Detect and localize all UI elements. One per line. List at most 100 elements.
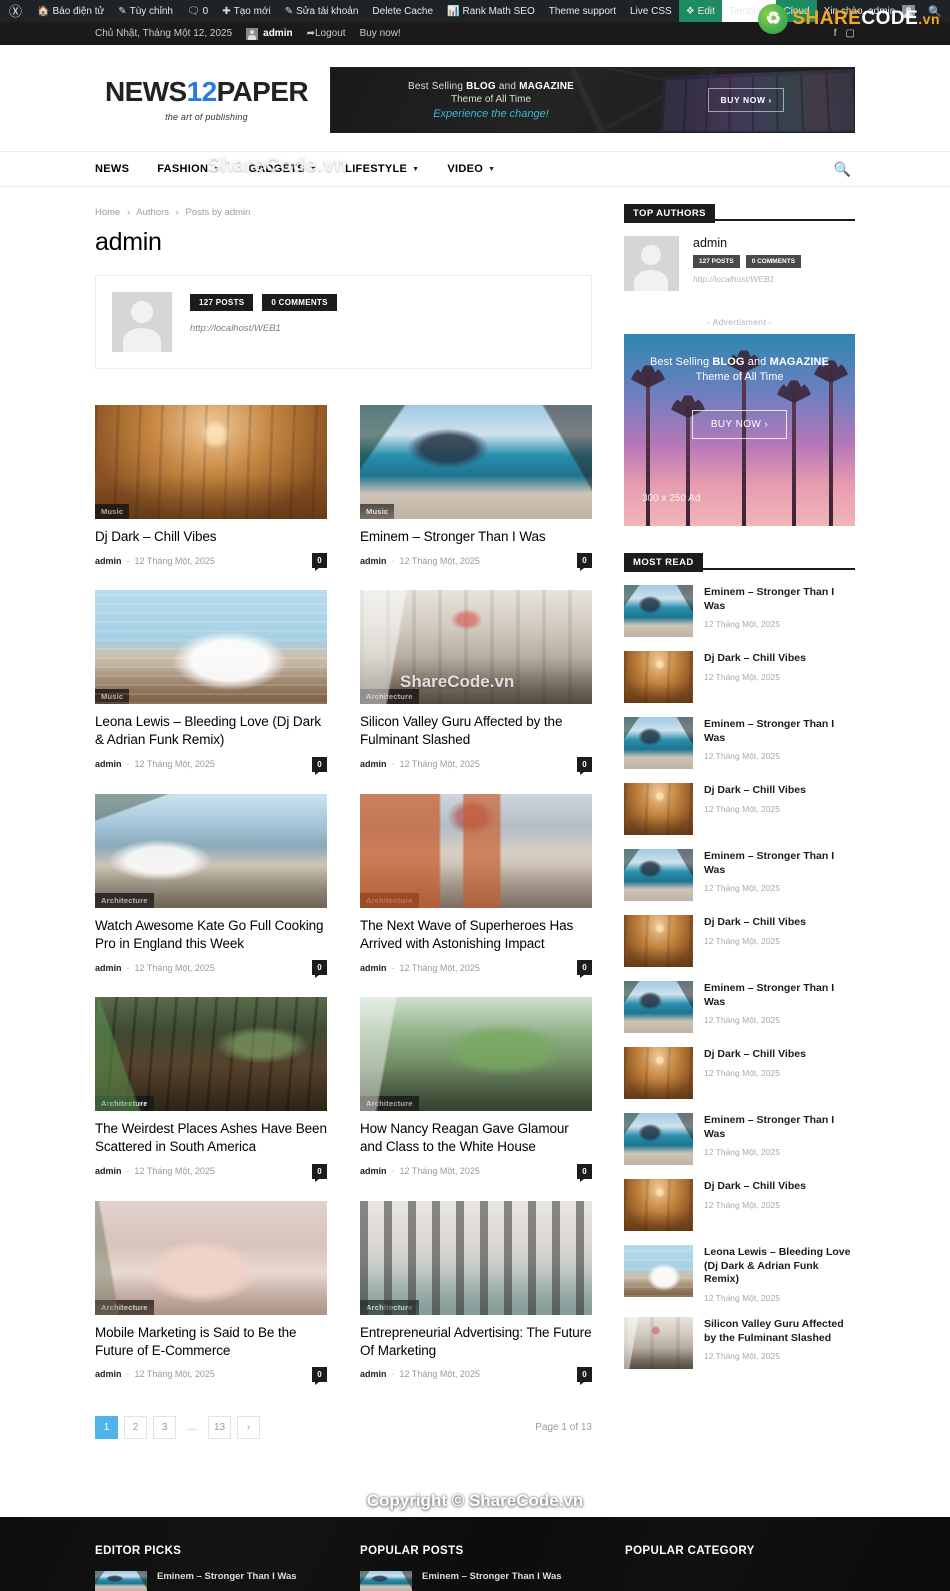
article-thumbnail[interactable]: Architecture [95, 793, 327, 908]
category-tag[interactable]: Architecture [360, 1299, 419, 1315]
nav-item-lifestyle[interactable]: LIFESTYLE ▼ [331, 152, 433, 186]
thumbnail-image[interactable] [624, 915, 693, 967]
footer-list-item[interactable]: Eminem – Stronger Than I Was [95, 1570, 360, 1591]
most-read-title[interactable]: Eminem – Stronger Than I Was [704, 718, 855, 745]
sidebar-ad-banner[interactable]: Best Selling BLOG and MAGAZINE Theme of … [624, 334, 855, 526]
comment-count-badge[interactable]: 0 [312, 756, 327, 775]
article-thumbnail[interactable]: Architecture [95, 1200, 327, 1315]
article-card[interactable]: Architecture Entrepreneurial Advertising:… [360, 1200, 592, 1385]
most-read-title[interactable]: Eminem – Stronger Than I Was [704, 1114, 855, 1141]
article-author[interactable]: admin [360, 1166, 387, 1176]
thumbnail-image[interactable] [624, 1113, 693, 1165]
adminbar-item-new[interactable]: ✚ Tạo mới [215, 0, 278, 22]
article-thumbnail[interactable]: Architecture [360, 590, 592, 705]
next-page-button[interactable]: › [237, 1415, 260, 1439]
article-title[interactable]: Dj Dark – Chill Vibes [95, 528, 327, 546]
most-read-title[interactable]: Eminem – Stronger Than I Was [704, 586, 855, 613]
article-title[interactable]: The Next Wave of Superheroes Has Arrived… [360, 917, 592, 953]
article-thumbnail[interactable]: Music [95, 590, 327, 705]
adminbar-item-cloud[interactable]: Cloud [776, 0, 817, 22]
most-read-item[interactable]: Eminem – Stronger Than I Was 12 Tháng Một… [624, 585, 855, 637]
page-button-3[interactable]: 3 [153, 1415, 176, 1439]
category-tag[interactable]: Architecture [95, 1299, 154, 1315]
nav-item-gadgets[interactable]: GADGETS ▼ [234, 152, 331, 186]
article-thumbnail[interactable]: Architecture [360, 1200, 592, 1315]
category-tag[interactable]: Music [95, 504, 130, 519]
article-author[interactable]: admin [95, 556, 122, 566]
most-read-title[interactable]: Eminem – Stronger Than I Was [704, 982, 855, 1009]
most-read-item[interactable]: Eminem – Stronger Than I Was 12 Tháng Một… [624, 849, 855, 901]
article-title[interactable]: Silicon Valley Guru Affected by the Fulm… [360, 713, 592, 749]
site-logo[interactable]: NEWS12PAPER the art of publishing [95, 78, 309, 123]
thumbnail-image[interactable] [624, 1047, 693, 1099]
nav-item-news[interactable]: NEWS [95, 152, 143, 186]
category-tag[interactable]: Architecture [95, 1096, 154, 1112]
most-read-item[interactable]: Eminem – Stronger Than I Was 12 Tháng Một… [624, 981, 855, 1033]
thumbnail-image[interactable] [624, 1245, 693, 1297]
thumbnail-image[interactable] [624, 1179, 693, 1231]
most-read-title[interactable]: Silicon Valley Guru Affected by the Fulm… [704, 1318, 855, 1345]
nav-item-video[interactable]: VIDEO ▼ [433, 152, 509, 186]
comment-count-badge[interactable]: 0 [577, 1366, 592, 1385]
adminbar-item-delete-cache[interactable]: Delete Cache [365, 0, 440, 22]
comment-count-badge[interactable]: 0 [577, 960, 592, 979]
adminbar-my-account[interactable]: Xin chào, admin [817, 0, 923, 22]
instagram-icon[interactable]: ▢ [846, 28, 855, 39]
article-card[interactable]: Architecture The Weirdest Places Ashes Ha… [95, 997, 327, 1182]
article-title[interactable]: Eminem – Stronger Than I Was [360, 528, 592, 546]
most-read-title[interactable]: Eminem – Stronger Than I Was [704, 850, 855, 877]
most-read-title[interactable]: Dj Dark – Chill Vibes [704, 1048, 806, 1062]
article-thumbnail[interactable]: Architecture [95, 997, 327, 1112]
wordpress-icon[interactable]: Ⓧ [0, 5, 30, 18]
breadcrumb-home[interactable]: Home [95, 207, 120, 218]
article-card[interactable]: Music Dj Dark – Chill Vibes admin -12 Tháng… [95, 405, 327, 572]
article-author[interactable]: admin [360, 759, 387, 769]
article-author[interactable]: admin [95, 963, 122, 973]
article-title[interactable]: Watch Awesome Kate Go Full Cooking Pro i… [95, 917, 327, 953]
article-card[interactable]: Architecture Silicon Valley Guru Affected… [360, 590, 592, 775]
most-read-item[interactable]: Eminem – Stronger Than I Was 12 Tháng Một… [624, 717, 855, 769]
category-tag[interactable]: Architecture [360, 689, 419, 705]
ad-buy-now-button[interactable]: BUY NOW › [691, 410, 788, 439]
comment-count-badge[interactable]: 0 [577, 1163, 592, 1182]
thumbnail-image[interactable] [624, 783, 693, 835]
comment-count-badge[interactable]: 0 [312, 553, 327, 572]
article-thumbnail[interactable]: Music [95, 405, 327, 519]
header-banner-ad[interactable]: Best Selling BLOG and MAGAZINE Theme of … [330, 67, 855, 133]
most-read-item[interactable]: Dj Dark – Chill Vibes 12 Tháng Một, 2025 [624, 651, 855, 703]
adminbar-item-comments[interactable]: 🗨 0 [180, 0, 215, 22]
thumbnail-image[interactable] [624, 717, 693, 769]
buy-now-link[interactable]: Buy now! [360, 28, 401, 39]
category-tag[interactable]: Architecture [360, 892, 419, 908]
most-read-title[interactable]: Leona Lewis – Bleeding Love (Dj Dark & A… [704, 1246, 855, 1287]
article-author[interactable]: admin [95, 1166, 122, 1176]
adminbar-item-customize[interactable]: ✎ Tùy chỉnh [111, 0, 180, 22]
author-website-url[interactable]: http://localhost/WEB1 [190, 323, 337, 334]
author-name[interactable]: admin [693, 236, 801, 250]
comment-count-badge[interactable]: 0 [312, 1366, 327, 1385]
category-tag[interactable]: Architecture [360, 1096, 419, 1112]
article-thumbnail[interactable]: Architecture [360, 793, 592, 908]
category-tag[interactable]: Music [95, 689, 130, 705]
article-title[interactable]: Leona Lewis – Bleeding Love (Dj Dark & A… [95, 713, 327, 749]
facebook-icon[interactable]: f [834, 28, 837, 39]
logout-link[interactable]: ➦Logout [307, 28, 346, 39]
adminbar-item-template[interactable]: Template [721, 0, 777, 22]
most-read-item[interactable]: Eminem – Stronger Than I Was 12 Tháng Một… [624, 1113, 855, 1165]
article-thumbnail[interactable]: Architecture [360, 997, 592, 1112]
article-author[interactable]: admin [360, 1369, 387, 1379]
search-icon[interactable]: 🔍 [834, 161, 855, 178]
thumbnail-image[interactable] [624, 981, 693, 1033]
banner-buy-now-button[interactable]: BUY NOW › [708, 88, 784, 112]
top-bar-user[interactable]: admin [246, 27, 293, 40]
thumbnail-image[interactable] [624, 651, 693, 703]
article-card[interactable]: Architecture The Next Wave of Superheroes… [360, 793, 592, 979]
comment-count-badge[interactable]: 0 [312, 960, 327, 979]
most-read-item[interactable]: Leona Lewis – Bleeding Love (Dj Dark & A… [624, 1245, 855, 1303]
article-title[interactable]: Mobile Marketing is Said to Be the Futur… [95, 1324, 327, 1360]
article-title[interactable]: Entrepreneurial Advertising: The Future … [360, 1324, 592, 1360]
author-website-url[interactable]: http://localhost/WEB1 [693, 274, 801, 284]
most-read-title[interactable]: Dj Dark – Chill Vibes [704, 916, 806, 930]
article-title[interactable]: The Weirdest Places Ashes Have Been Scat… [95, 1120, 327, 1156]
most-read-item[interactable]: Dj Dark – Chill Vibes 12 Tháng Một, 2025 [624, 783, 855, 835]
